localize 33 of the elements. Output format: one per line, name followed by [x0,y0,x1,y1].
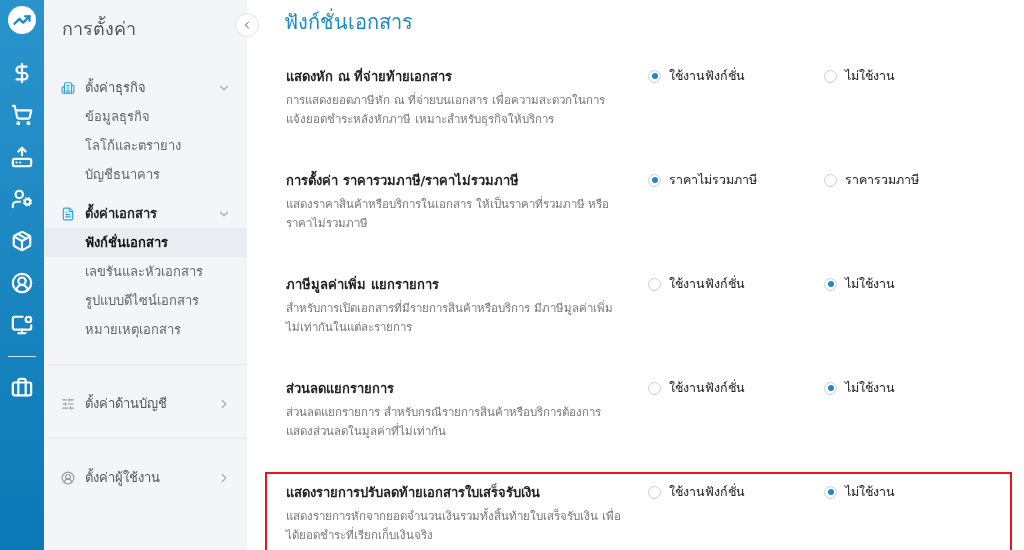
setting-title: แสดงรายการปรับลดท้ายเอกสารใบเสร็จรับเงิน [286,482,541,502]
setting-title: ส่วนลดแยกรายการ [286,380,395,398]
sidebar-group[interactable]: ตั้งค่าเอกสาร [44,199,247,228]
setting-description: การแสดงยอดภาษีหัก ณ ที่จ่ายบนเอกสาร เพื่อความสะดวกในการแจ้งยอดชำระหลังหักภาษี เหมาะสำหรับธุรกิจให้บริการ [286,91,606,128]
radio-label: ไม่ใช้งาน [845,483,895,501]
radio-label: ไม่ใช้งาน [845,275,895,293]
setting-description: แสดงรายการหักจากยอดจำนวนเงินรวมทั้งสิ้นท้ายใบเสร็จรับเงิน เพื่อได้ยอดชำระที่เรียกเก็บเงินจริง [286,507,622,544]
sidebar-group[interactable]: ตั้งค่าธุรกิจ [44,73,247,102]
radio-label: ราคารวมภาษี [845,171,919,189]
sidebar-item[interactable]: โลโก้และตรายาง [44,131,247,160]
sidebar-item[interactable]: เลขรันและหัวเอกสาร [44,257,247,286]
setting-title: ภาษีมูลค่าเพิ่ม แยกรายการ [286,274,440,295]
sidebar-item[interactable]: บัญชีธนาคาร [44,160,247,189]
page-title: ฟังก์ชั่นเอกสาร [284,7,414,36]
radio-label: ใช้งานฟังก์ชั่น [669,482,745,501]
setting-title: แสดงหัก ณ ที่จ่ายท้ายเอกสาร [286,66,454,86]
radio-label: ใช้งานฟังก์ชั่น [669,274,745,293]
radio-label: ใช้งานฟังก์ชั่น [669,66,745,85]
setting-description: สำหรับการเปิดเอกสารที่มีรายการสินค้าหรือบริการ มีภาษีมูลค่าเพิ่มไม่เท่ากันในแต่ละรายการ [286,299,614,336]
sidebar-item[interactable]: ฟังก์ชั่นเอกสาร [44,228,247,257]
setting-description: ส่วนลดแยกรายการ สำหรับกรณีรายการสินค้าหรือบริการต้องการแสดงส่วนลดในมูลค่าที่ไม่เท่ากัน [286,404,602,440]
setting-description: แสดงราคาสินค้าหรือบริการในเอกสาร ให้เป็นราคาที่รวมภาษี หรือราคาไม่รวมภาษี [286,195,611,232]
sidebar-group[interactable]: ตั้งค่าผู้ใช้งาน [44,463,247,492]
radio-label: ไม่ใช้งาน [845,379,895,397]
sidebar-item[interactable]: หมายเหตุเอกสาร [44,315,247,344]
sidebar-group[interactable]: ตั้งค่าด้านบัญชี [44,389,247,418]
setting-title: การตั้งค่า ราคารวมภาษี/ราคาไม่รวมภาษี [286,170,623,191]
radio-label: ราคาไม่รวมภาษี [669,171,757,189]
radio-label: ไม่ใช้งาน [845,67,895,85]
sidebar-title: การตั้งค่า [62,15,137,41]
sidebar-item[interactable]: ข้อมูลธุรกิจ [44,102,247,131]
sidebar-item[interactable]: รูปแบบดีไซน์เอกสาร [44,286,247,315]
radio-label: ใช้งานฟังก์ชั่น [669,378,745,397]
